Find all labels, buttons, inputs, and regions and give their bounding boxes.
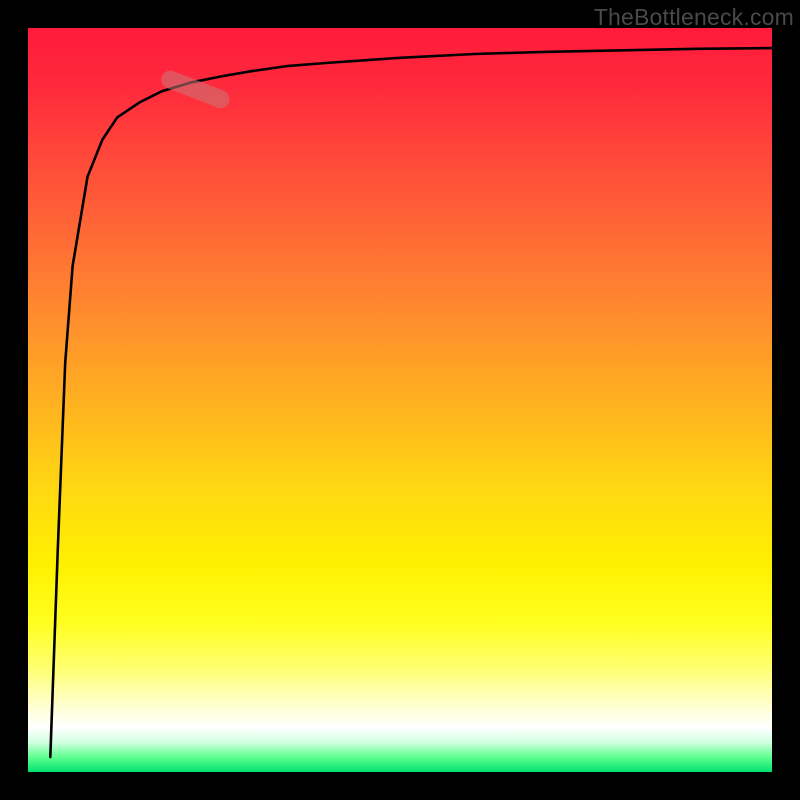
bottleneck-curve	[50, 48, 772, 757]
chart-svg	[28, 28, 772, 772]
chart-frame: TheBottleneck.com	[0, 0, 800, 800]
watermark-label: TheBottleneck.com	[594, 4, 794, 31]
